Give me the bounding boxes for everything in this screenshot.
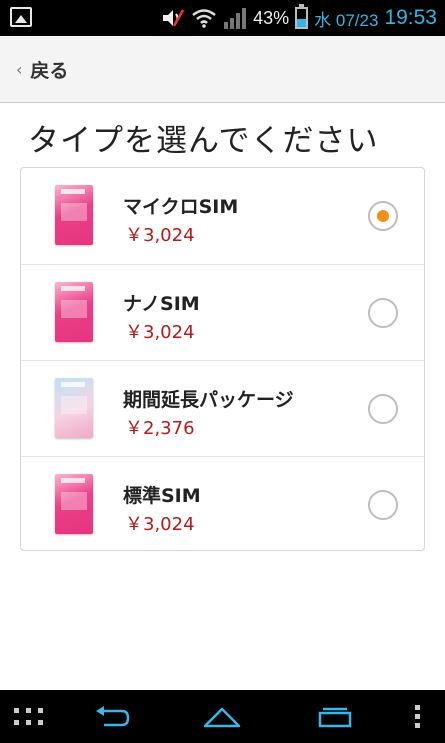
mute-icon [163, 9, 185, 27]
sim-package-image [55, 282, 93, 342]
sim-package-image [55, 185, 93, 245]
status-date: 水 07/23 [314, 10, 379, 30]
back-label: 戻る [30, 60, 69, 82]
sim-option-nano[interactable]: ナノSIM ￥3,024 [21, 264, 424, 361]
apps-grid-button[interactable] [4, 690, 54, 743]
sim-option-price: ￥3,024 [125, 225, 195, 246]
sim-option-standard[interactable]: 標準SIM ￥3,024 [21, 456, 424, 553]
sim-option-price: ￥3,024 [125, 514, 195, 535]
header-bar: ‹ 戻る [0, 36, 445, 103]
sim-option-name: ナノSIM [123, 293, 200, 315]
radio-button-micro[interactable] [368, 201, 398, 231]
system-nav-bar [0, 690, 445, 743]
chevron-left-icon: ‹ [16, 60, 23, 79]
overflow-menu-button[interactable] [400, 690, 436, 743]
sim-option-micro[interactable]: マイクロSIM ￥3,024 [21, 168, 424, 264]
status-time: 19:53 [384, 6, 437, 29]
wifi-icon [192, 9, 216, 28]
battery-percent: 43% [253, 7, 290, 28]
sim-option-price: ￥2,376 [125, 418, 195, 439]
home-icon [203, 707, 241, 727]
sim-type-list: マイクロSIM ￥3,024 ナノSIM ￥3,024 期間延長パッケージ ￥2… [20, 167, 425, 551]
home-nav-button[interactable] [195, 690, 249, 743]
back-icon [96, 705, 130, 726]
radio-button-nano[interactable] [368, 298, 398, 328]
battery-icon [295, 4, 309, 29]
radio-selected-dot [377, 210, 389, 222]
sim-option-name: 期間延長パッケージ [123, 389, 294, 411]
menu-icon [415, 704, 420, 728]
apps-grid-icon [14, 707, 43, 725]
recent-apps-button[interactable] [308, 690, 362, 743]
sim-package-image [55, 378, 93, 438]
back-button[interactable]: ‹ 戻る [16, 56, 68, 83]
status-bar: 43% 水 07/23 19:53 [0, 0, 445, 36]
radio-button-standard[interactable] [368, 490, 398, 520]
sim-option-extension[interactable]: 期間延長パッケージ ￥2,376 [21, 360, 424, 457]
radio-button-extension[interactable] [368, 394, 398, 424]
signal-icon [224, 8, 247, 29]
back-nav-button[interactable] [85, 690, 139, 743]
sim-package-image [55, 474, 93, 534]
sim-option-price: ￥3,024 [125, 322, 195, 343]
page-title: タイプを選んでください [28, 123, 379, 159]
sim-option-name: マイクロSIM [123, 196, 239, 218]
sim-option-name: 標準SIM [123, 485, 201, 507]
notification-image-icon [10, 7, 32, 27]
recent-apps-icon [318, 707, 352, 727]
